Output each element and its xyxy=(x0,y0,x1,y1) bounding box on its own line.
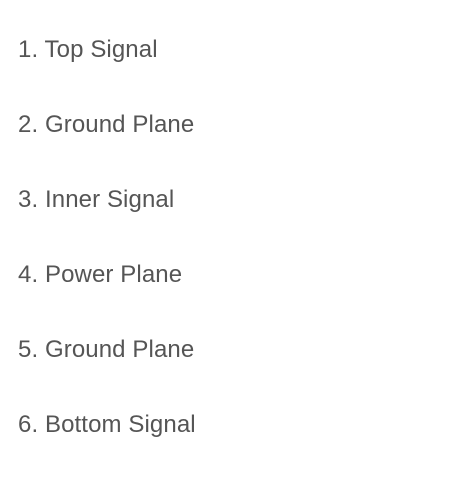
layer-label: 5. Ground Plane xyxy=(18,336,195,363)
layer-label: 6. Bottom Signal xyxy=(18,411,196,438)
layer-item-power-plane: 4. Power Plane xyxy=(18,259,196,334)
layer-item-top-signal: 1. Top Signal xyxy=(18,34,196,109)
layer-item-ground-plane: 2. Ground Plane xyxy=(18,109,196,184)
pcb-layer-list: 1. Top Signal 2. Ground Plane 3. Inner S… xyxy=(18,34,196,484)
layer-label: 1. Top Signal xyxy=(18,36,158,63)
layer-item-bottom-signal: 6. Bottom Signal xyxy=(18,409,196,484)
layer-item-ground-plane-2: 5. Ground Plane xyxy=(18,334,196,409)
layer-label: 2. Ground Plane xyxy=(18,111,195,138)
layer-label: 3. Inner Signal xyxy=(18,186,175,213)
layer-label: 4. Power Plane xyxy=(18,261,183,288)
layer-item-inner-signal: 3. Inner Signal xyxy=(18,184,196,259)
